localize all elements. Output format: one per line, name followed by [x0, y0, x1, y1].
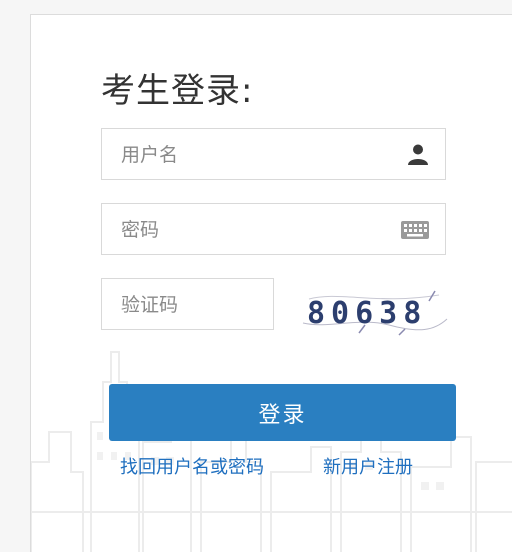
username-field[interactable]: [101, 128, 446, 181]
captcha-image[interactable]: 80638: [299, 281, 449, 339]
page-title: 考生登录:: [101, 71, 254, 111]
recover-account-link[interactable]: 找回用户名或密码: [120, 453, 264, 479]
password-input[interactable]: [119, 204, 383, 256]
user-icon: [408, 144, 428, 165]
captcha-input[interactable]: [119, 279, 263, 331]
register-link[interactable]: 新用户注册: [323, 453, 413, 479]
login-panel: 考生登录: 80638 登录: [30, 14, 512, 552]
captcha-field[interactable]: [101, 278, 274, 331]
password-field[interactable]: [101, 203, 446, 256]
keyboard-icon[interactable]: [400, 218, 430, 242]
login-button[interactable]: 登录: [109, 384, 456, 441]
captcha-text: 80638: [307, 296, 427, 331]
username-input[interactable]: [119, 129, 383, 181]
